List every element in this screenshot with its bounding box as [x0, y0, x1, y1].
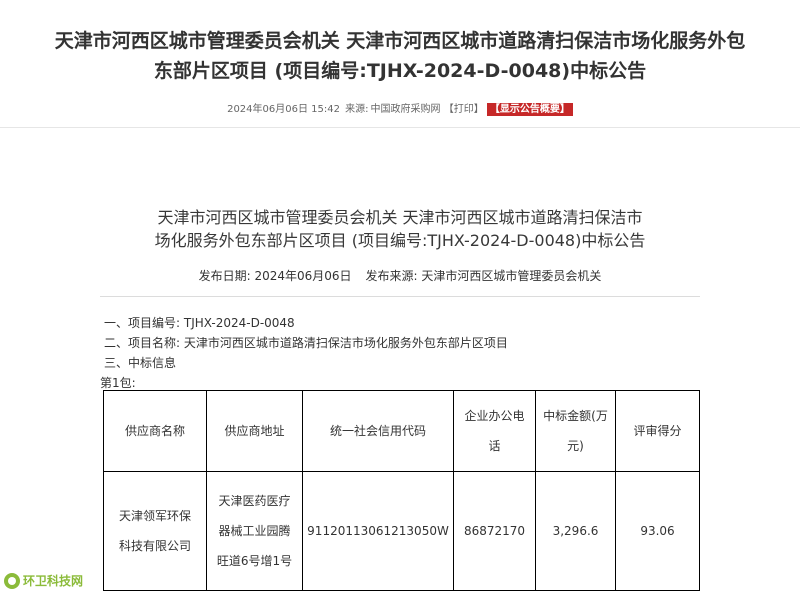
page-title-line1: 天津市河西区城市管理委员会机关 天津市河西区城市道路清扫保洁市场化服务外包 — [54, 30, 746, 52]
cell-credit-code: 91120113061213050W — [302, 471, 454, 591]
cell-supplier-address: 天津医药医疗 器械工业园腾 旺道6号增1号 — [206, 471, 303, 591]
header-review-score: 评审得分 — [615, 390, 700, 472]
award-info-heading: 三、中标信息 — [104, 356, 177, 370]
document-title-line1: 天津市河西区城市管理委员会机关 天津市河西区城市道路清扫保洁市 — [157, 208, 643, 227]
site-watermark: 环卫科技网 — [4, 572, 83, 589]
document-publish-source: 发布来源: 天津市河西区城市管理委员会机关 — [365, 269, 602, 283]
document-meta: 发布日期: 2024年06月06日 发布来源: 天津市河西区城市管理委员会机关 — [100, 267, 700, 284]
source-name: 中国政府采购网 — [370, 104, 441, 115]
document-divider — [100, 296, 700, 297]
header-credit-code: 统一社会信用代码 — [302, 390, 454, 472]
project-name: 二、项目名称: 天津市河西区城市道路清扫保洁市场化服务外包东部片区项目 — [104, 336, 508, 350]
document-body: 一、项目编号: TJHX-2024-D-0048 二、项目名称: 天津市河西区城… — [100, 313, 508, 393]
document-title-line2: 场化服务外包东部片区项目 (项目编号:TJHX-2024-D-0048)中标公告 — [154, 231, 646, 250]
header-supplier-address: 供应商地址 — [206, 390, 303, 472]
watermark-text: 环卫科技网 — [23, 574, 84, 588]
page-title-line2: 东部片区项目 (项目编号:TJHX-2024-D-0048)中标公告 — [153, 60, 647, 82]
cell-award-amount: 3,296.6 — [535, 471, 616, 591]
table-header-row: 供应商名称 供应商地址 统一社会信用代码 企业办公电 话 中标金额(万 元) 评… — [103, 390, 700, 472]
source-label: 来源: — [345, 104, 369, 115]
table-row: 天津领军环保 科技有限公司 天津医药医疗 器械工业园腾 旺道6号增1号 9112… — [103, 471, 700, 591]
header-supplier-name: 供应商名称 — [103, 390, 207, 472]
print-link[interactable]: 【打印】 — [444, 104, 484, 115]
project-number: 一、项目编号: TJHX-2024-D-0048 — [104, 316, 295, 330]
document-publish-date: 发布日期: 2024年06月06日 — [198, 269, 352, 283]
publish-datetime: 2024年06月06日 15:42 — [227, 104, 340, 115]
recycle-logo-icon — [4, 572, 20, 589]
cell-supplier-name: 天津领军环保 科技有限公司 — [103, 471, 207, 591]
header-office-phone: 企业办公电 话 — [453, 390, 536, 472]
header-award-amount: 中标金额(万 元) — [535, 390, 616, 472]
article-meta: 2024年06月06日 15:42 来源: 中国政府采购网 【打印】 【显示公告概… — [0, 100, 800, 116]
show-summary-button[interactable]: 【显示公告概要】 — [486, 103, 573, 116]
page-title: 天津市河西区城市管理委员会机关 天津市河西区城市道路清扫保洁市场化服务外包 东部… — [0, 26, 800, 86]
document-title: 天津市河西区城市管理委员会机关 天津市河西区城市道路清扫保洁市 场化服务外包东部… — [100, 206, 700, 252]
header-divider — [0, 127, 800, 128]
award-table: 供应商名称 供应商地址 统一社会信用代码 企业办公电 话 中标金额(万 元) 评… — [103, 390, 700, 591]
cell-review-score: 93.06 — [615, 471, 700, 591]
cell-office-phone: 86872170 — [453, 471, 536, 591]
